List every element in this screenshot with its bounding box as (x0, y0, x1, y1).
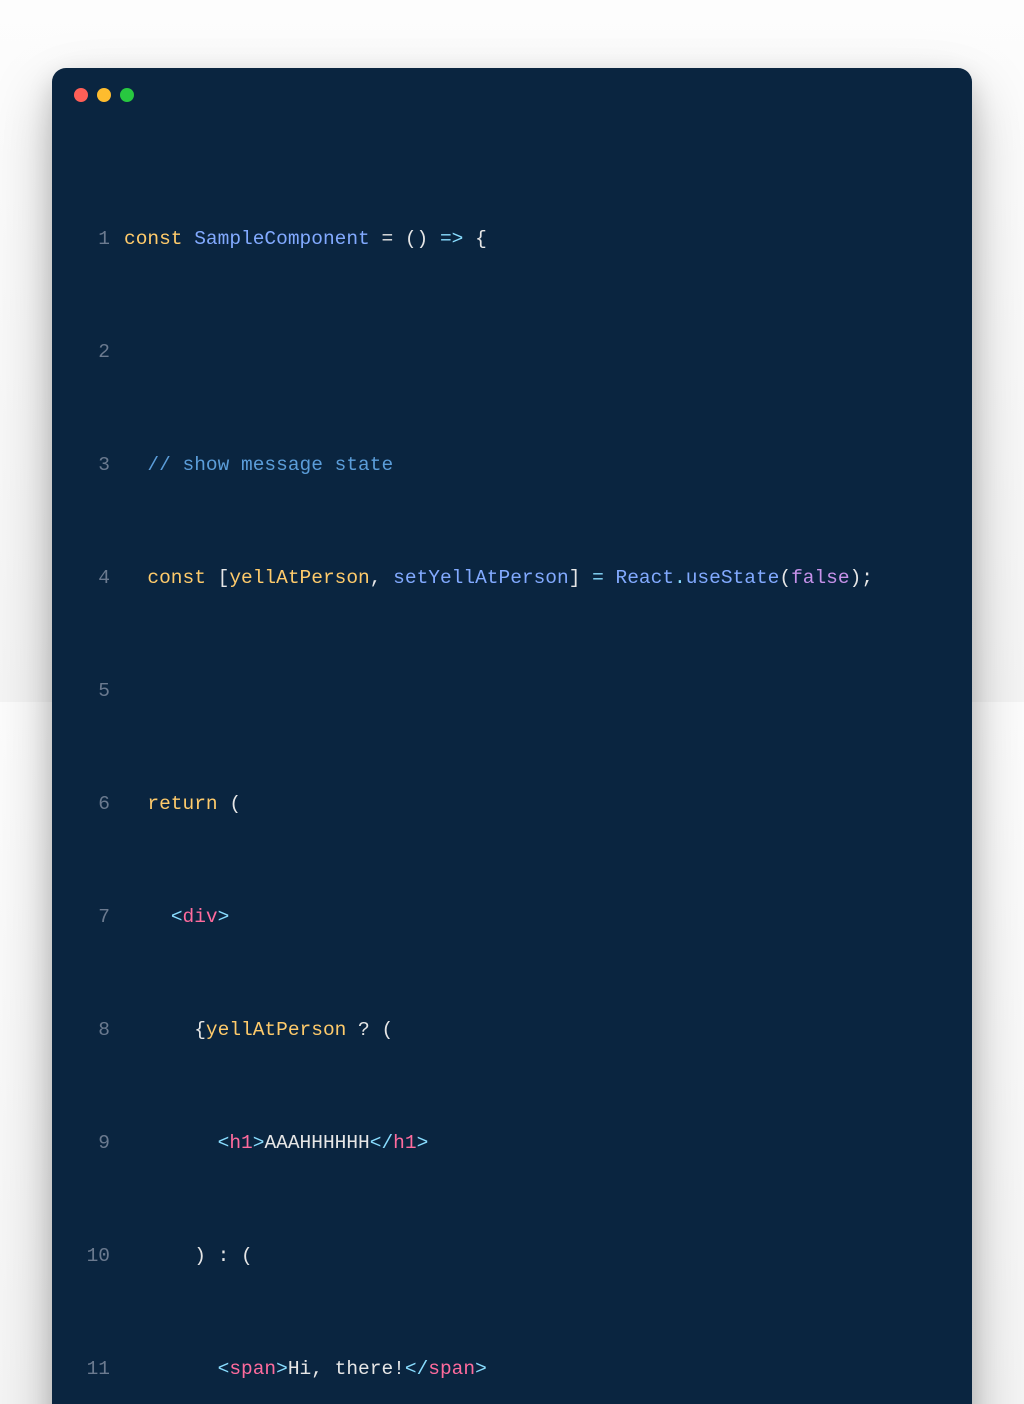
code-line: 5 (72, 677, 952, 705)
line-number: 9 (72, 1129, 110, 1157)
close-icon[interactable] (74, 88, 88, 102)
code-content: const [yellAtPerson, setYellAtPerson] = … (124, 564, 873, 592)
code-line: 9 <h1>AAAHHHHHH</h1> (72, 1129, 952, 1157)
code-line: 10 ) : ( (72, 1242, 952, 1270)
line-number: 7 (72, 903, 110, 931)
code-content: const SampleComponent = () => { (124, 225, 487, 253)
code-line: 6 return ( (72, 790, 952, 818)
line-number: 3 (72, 451, 110, 479)
code-editor: 1 const SampleComponent = () => { 2 3 // … (52, 112, 972, 1404)
maximize-icon[interactable] (120, 88, 134, 102)
line-number: 5 (72, 677, 110, 705)
line-number: 6 (72, 790, 110, 818)
code-line: 4 const [yellAtPerson, setYellAtPerson] … (72, 564, 952, 592)
code-line: 2 (72, 338, 952, 366)
code-line: 3 // show message state (72, 451, 952, 479)
window-titlebar (52, 68, 972, 112)
code-content: return ( (124, 790, 241, 818)
line-number: 11 (72, 1355, 110, 1383)
line-number: 1 (72, 225, 110, 253)
code-content: {yellAtPerson ? ( (124, 1016, 393, 1044)
code-content: <h1>AAAHHHHHH</h1> (124, 1129, 428, 1157)
code-content: ) : ( (124, 1242, 253, 1270)
code-content: <span>Hi, there!</span> (124, 1355, 487, 1383)
code-line: 11 <span>Hi, there!</span> (72, 1355, 952, 1383)
code-line: 8 {yellAtPerson ? ( (72, 1016, 952, 1044)
line-number: 4 (72, 564, 110, 592)
code-line: 7 <div> (72, 903, 952, 931)
line-number: 10 (72, 1242, 110, 1270)
line-number: 2 (72, 338, 110, 366)
line-number: 8 (72, 1016, 110, 1044)
code-content: // show message state (124, 451, 393, 479)
code-content: <div> (124, 903, 229, 931)
code-window: 1 const SampleComponent = () => { 2 3 // … (52, 68, 972, 1404)
code-line: 1 const SampleComponent = () => { (72, 225, 952, 253)
minimize-icon[interactable] (97, 88, 111, 102)
